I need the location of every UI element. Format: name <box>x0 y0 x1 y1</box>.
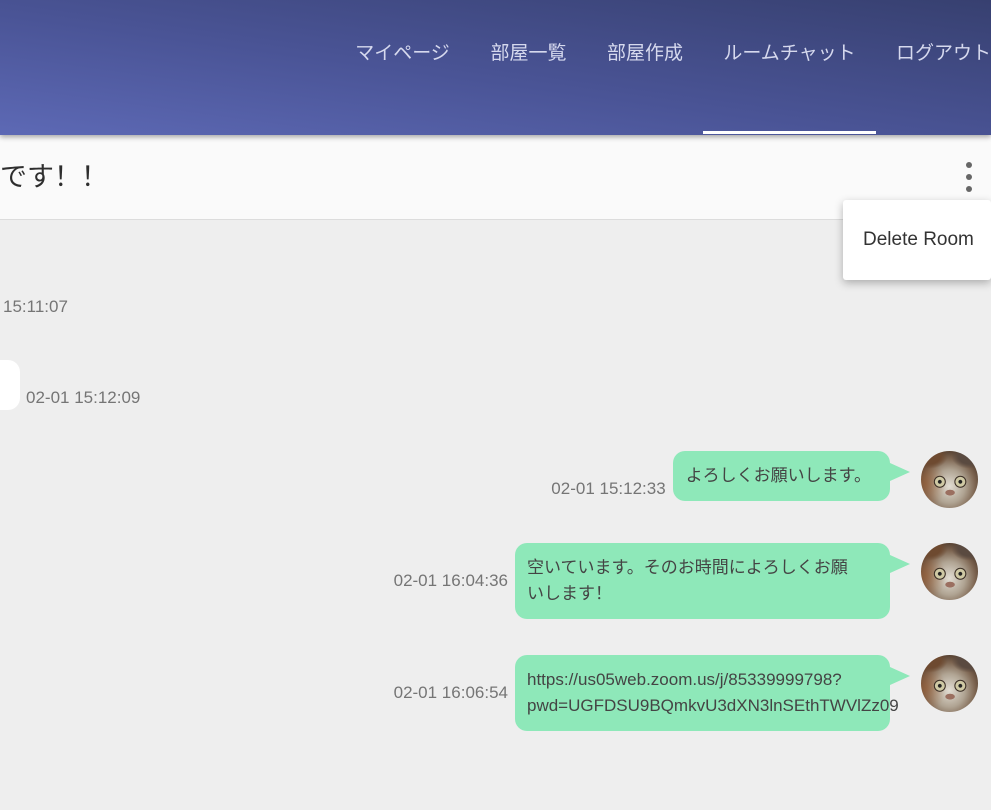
app-header: マイページ 部屋一覧 部屋作成 ルームチャット ログアウト <box>0 0 991 135</box>
room-options-button[interactable] <box>957 157 981 197</box>
message-timestamp: 02-01 16:06:54 <box>393 683 508 702</box>
more-vert-icon-dot <box>966 174 972 180</box>
message-timestamp: 02-01 15:12:33 <box>551 479 666 498</box>
cat-photo-avatar <box>921 451 978 508</box>
chat-messages: 15:11:07 02-01 15:12:09 02-01 15:12:33 よ… <box>0 220 991 810</box>
delete-room-menu-item[interactable]: Delete Room <box>843 200 991 280</box>
message-bubble: よろしくお願いします。 <box>672 451 911 501</box>
message-row-outgoing: 02-01 16:04:36 空いています。そのお時間によろしくお願いします！ <box>394 543 978 619</box>
message-row-incoming: 02-01 15:12:09 <box>0 360 140 410</box>
message-timestamp: 15:11:07 <box>3 297 68 316</box>
more-vert-icon <box>966 162 972 192</box>
nav-tab-create-room[interactable]: 部屋作成 <box>587 0 703 135</box>
more-vert-icon-dot <box>966 162 972 168</box>
message-bubble-incoming <box>0 360 20 410</box>
message-bubble: 空いています。そのお時間によろしくお願いします！ <box>515 543 910 619</box>
message-row-outgoing: 02-01 15:12:33 よろしくお願いします。 <box>551 451 978 508</box>
nav-tab-room-chat[interactable]: ルームチャット <box>703 0 876 135</box>
cat-photo-avatar <box>921 543 978 600</box>
room-options-menu: Delete Room <box>843 200 991 280</box>
nav-tab-logout[interactable]: ログアウト <box>876 0 991 135</box>
cat-photo-avatar <box>921 655 978 712</box>
message-text: よろしくお願いします。 <box>685 466 871 485</box>
room-title: です！！ <box>0 162 108 192</box>
message-timestamp: 02-01 16:04:36 <box>393 571 508 590</box>
message-row-outgoing: 02-01 16:06:54 https://us05web.zoom.us/j… <box>394 655 978 731</box>
more-vert-icon-dot <box>966 186 972 192</box>
message-text: https://us05web.zoom.us/j/85339999798?pw… <box>527 670 899 715</box>
message-timestamp: 02-01 15:12:09 <box>26 388 141 407</box>
message-bubble: https://us05web.zoom.us/j/85339999798?pw… <box>515 655 910 731</box>
nav-tab-room-list[interactable]: 部屋一覧 <box>470 0 587 135</box>
main-nav: マイページ 部屋一覧 部屋作成 ルームチャット ログアウト <box>335 0 991 135</box>
nav-tab-mypage[interactable]: マイページ <box>335 0 470 135</box>
message-text: 空いています。そのお時間によろしくお願いします！ <box>527 558 848 603</box>
